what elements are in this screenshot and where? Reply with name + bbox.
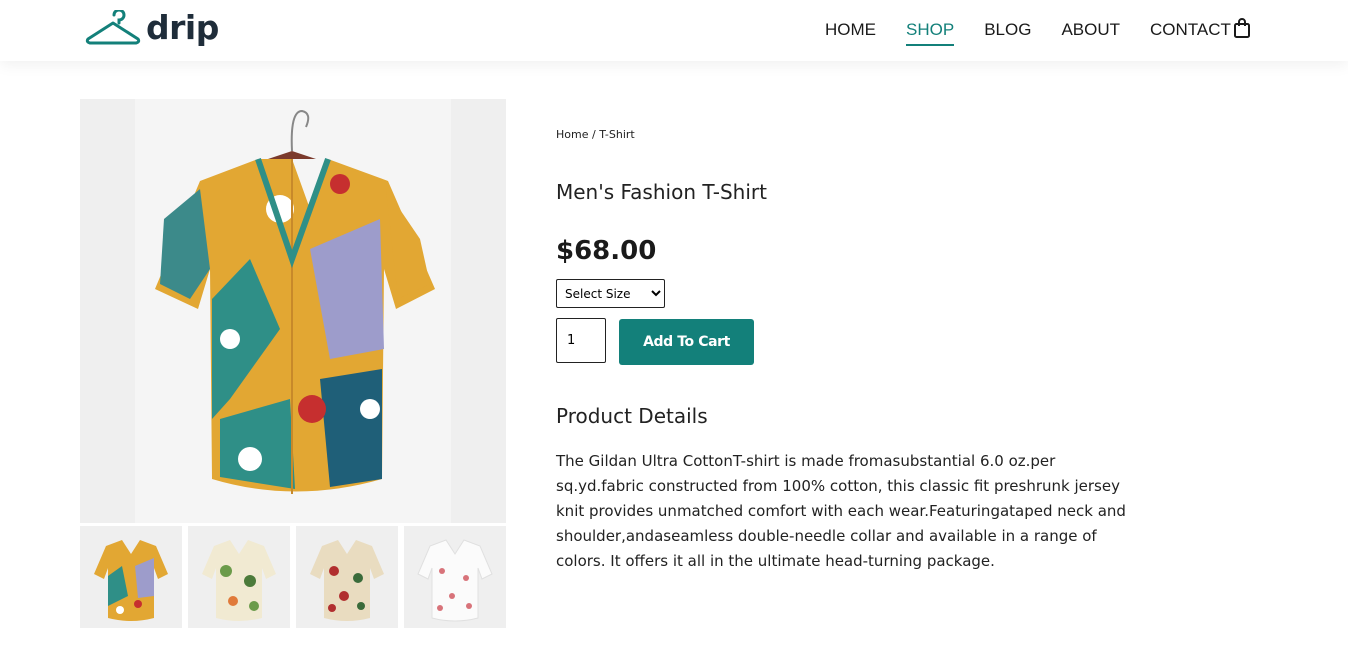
thumbnail-2[interactable]	[188, 526, 290, 628]
nav-home[interactable]: HOME	[825, 20, 876, 40]
product-gallery	[80, 99, 506, 628]
thumbnail-strip	[80, 526, 506, 628]
nav-shop[interactable]: SHOP	[906, 20, 955, 46]
add-to-cart-button[interactable]: Add To Cart	[619, 319, 754, 365]
nav-about[interactable]: ABOUT	[1061, 20, 1120, 40]
logo[interactable]: drip	[84, 10, 219, 46]
top-navbar: drip HOME SHOP BLOG ABOUT CONTACT	[0, 0, 1348, 61]
nav-blog[interactable]: BLOG	[984, 20, 1031, 40]
thumbnail-1[interactable]	[80, 526, 182, 628]
breadcrumb-home[interactable]: Home	[556, 128, 588, 141]
main-product-image	[80, 99, 506, 523]
logo-text: drip	[146, 8, 219, 47]
thumbnail-4[interactable]	[404, 526, 506, 628]
product-description: The Gildan Ultra CottonT-shirt is made f…	[556, 452, 1126, 570]
product-title: Men's Fashion T-Shirt	[556, 180, 767, 204]
quantity-input[interactable]	[556, 318, 606, 363]
shopping-bag-icon[interactable]	[1233, 18, 1251, 42]
nav-contact[interactable]: CONTACT	[1150, 20, 1231, 40]
size-select[interactable]: Select Size	[556, 279, 665, 308]
product-details-heading: Product Details	[556, 404, 708, 428]
thumbnail-3[interactable]	[296, 526, 398, 628]
breadcrumb: Home / T-Shirt	[556, 128, 635, 141]
product-price: $68.00	[556, 236, 657, 266]
breadcrumb-separator: /	[588, 128, 600, 141]
breadcrumb-current: T-Shirt	[599, 128, 635, 141]
hanger-logo-icon	[85, 10, 141, 45]
main-nav: HOME SHOP BLOG ABOUT CONTACT	[825, 20, 1261, 46]
